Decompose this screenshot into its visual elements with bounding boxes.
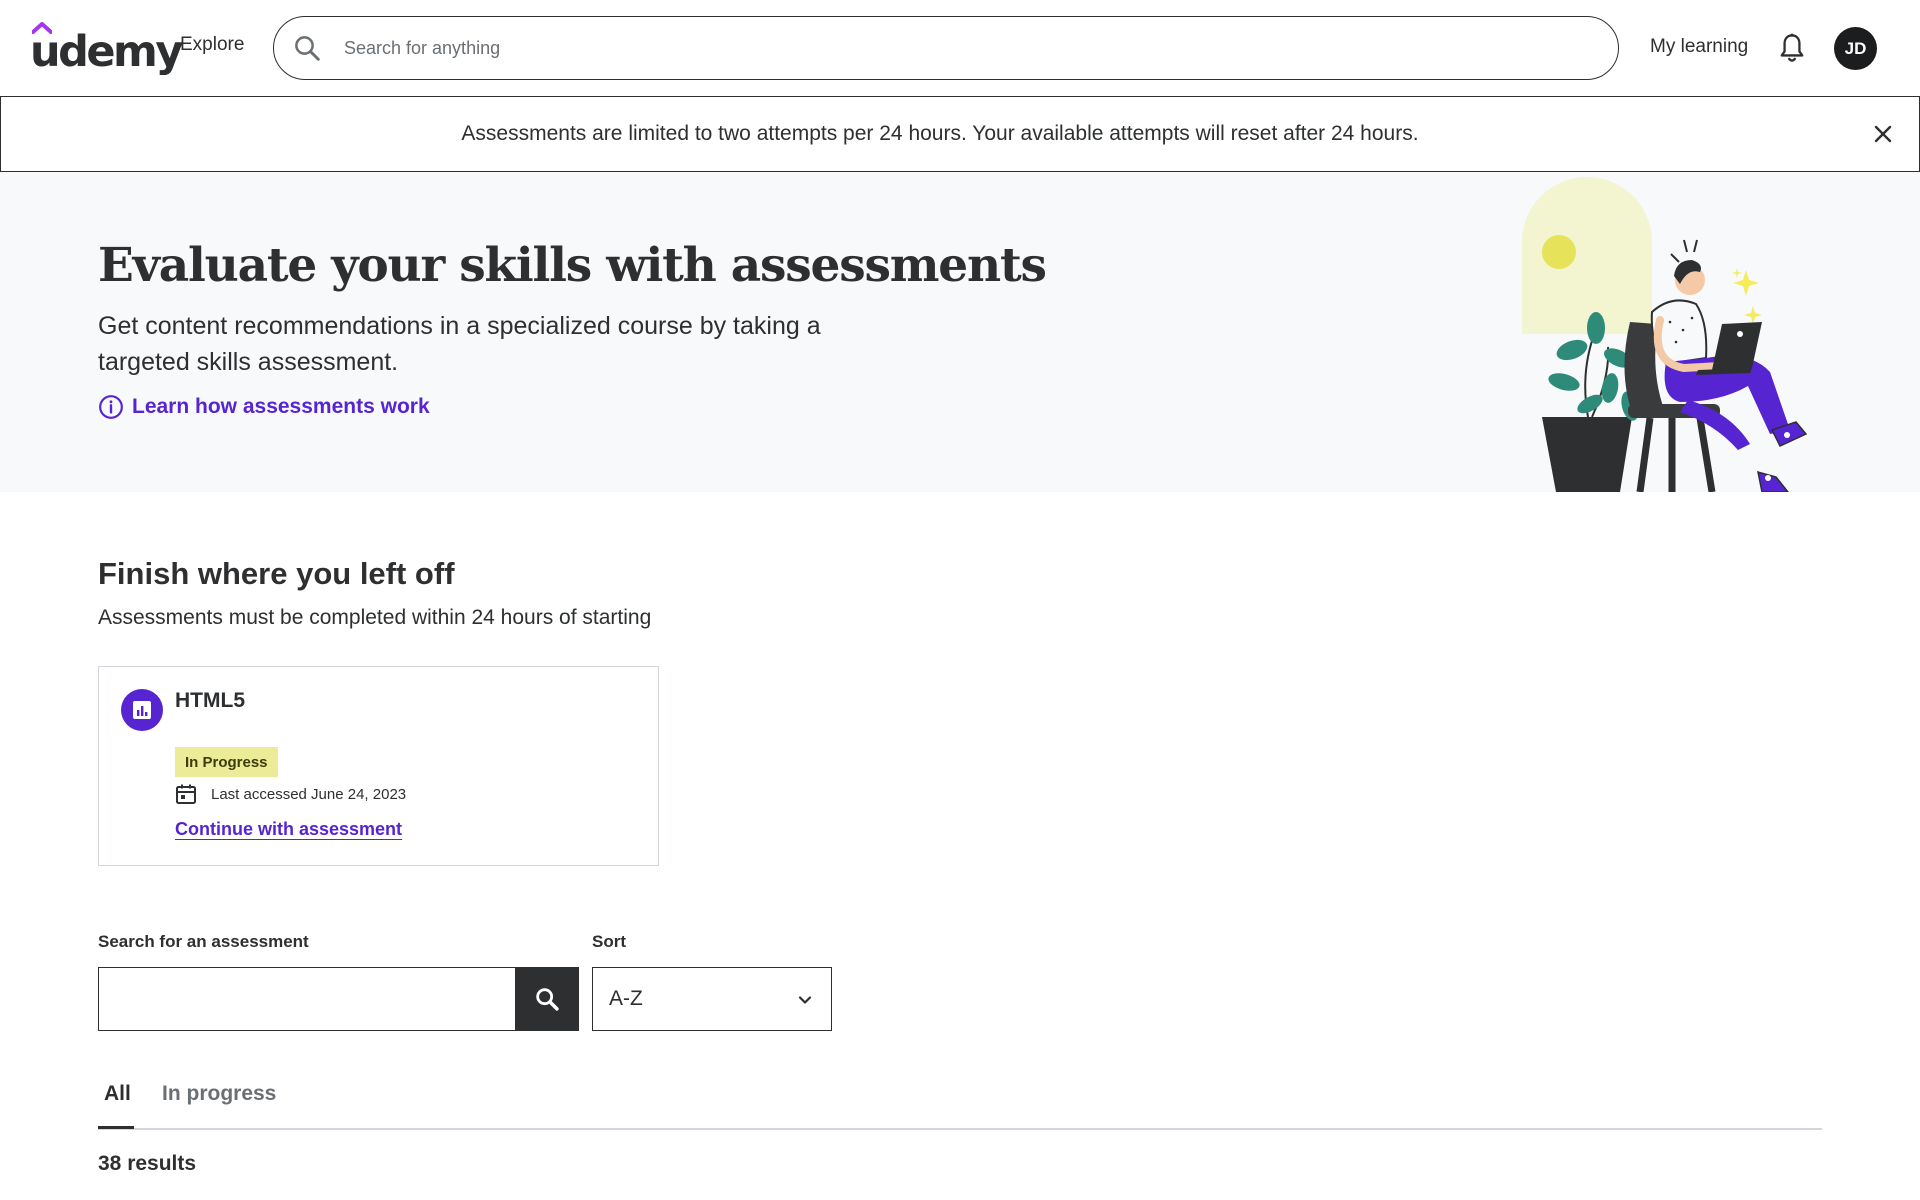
search-icon[interactable]: [292, 33, 322, 63]
page-title: Evaluate your skills with assessments: [98, 238, 1047, 293]
user-avatar[interactable]: JD: [1834, 27, 1877, 70]
resume-section-subtitle: Assessments must be completed within 24 …: [98, 606, 652, 629]
learn-assessments-label: Learn how assessments work: [132, 395, 430, 418]
status-badge: In Progress: [175, 747, 278, 777]
logo-text: udemy: [30, 27, 183, 77]
tab-in-progress[interactable]: In progress: [162, 1082, 276, 1106]
chevron-down-icon: [798, 996, 812, 1004]
search-icon: [536, 987, 559, 1011]
results-count: 38 results: [98, 1152, 197, 1175]
explore-menu[interactable]: Explore: [180, 34, 244, 56]
continue-assessment-link[interactable]: Continue with assessment: [175, 819, 402, 840]
sort-label: Sort: [592, 932, 626, 951]
assessment-search-input[interactable]: [99, 968, 515, 1029]
last-accessed-row: Last accessed June 24, 2023: [175, 783, 406, 805]
attempts-alert-banner: Assessments are limited to two attempts …: [0, 96, 1920, 172]
calendar-icon: [176, 784, 196, 804]
banner-message: Assessments are limited to two attempts …: [461, 122, 1419, 145]
assessment-title: HTML5: [175, 689, 245, 712]
last-accessed-text: Last accessed June 24, 2023: [211, 785, 407, 803]
assessment-chart-icon: [121, 689, 163, 731]
top-header: udemy Explore My learning JD: [0, 0, 1920, 96]
learn-assessments-link[interactable]: Learn how assessments work: [98, 394, 430, 420]
close-icon[interactable]: [1871, 122, 1895, 146]
assessment-search-label: Search for an assessment: [98, 932, 309, 951]
my-learning-link[interactable]: My learning: [1650, 36, 1748, 58]
global-search-bar[interactable]: [273, 16, 1619, 80]
assessment-search-box: [98, 966, 579, 1031]
active-tab-indicator: [98, 1126, 134, 1129]
resume-section-title: Finish where you left off: [98, 556, 455, 591]
udemy-logo[interactable]: udemy: [30, 22, 183, 77]
sort-selected-value: A-Z: [609, 987, 643, 1010]
tab-all[interactable]: All: [104, 1082, 131, 1106]
assessment-search-button[interactable]: [515, 966, 579, 1031]
sort-select[interactable]: A-Z: [592, 967, 832, 1031]
notification-bell-icon[interactable]: [1778, 32, 1806, 64]
hero-subtitle: Get content recommendations in a special…: [98, 312, 821, 376]
info-icon: [99, 395, 123, 419]
in-progress-assessment-card[interactable]: HTML5 In Progress Last accessed June 24,…: [98, 666, 659, 866]
hero-section: Evaluate your skills with assessments Ge…: [0, 172, 1920, 492]
logo-hat-icon: [32, 22, 52, 34]
woman-with-laptop-illustration: [1522, 177, 1808, 492]
global-search-input[interactable]: [344, 27, 1594, 69]
tabs-divider: [98, 1128, 1822, 1130]
